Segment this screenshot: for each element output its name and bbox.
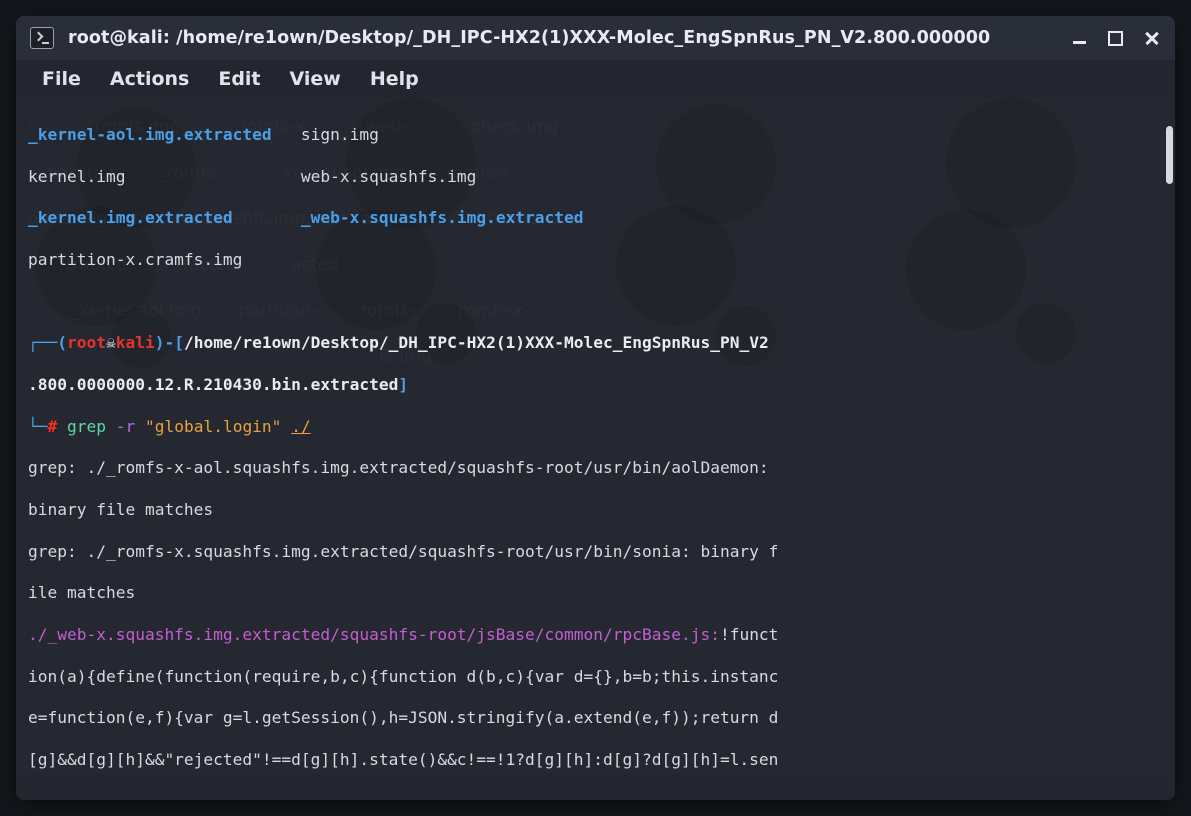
scrollbar-thumb[interactable] [1166, 126, 1173, 184]
menu-item-file[interactable]: File [42, 69, 81, 89]
output-line: grep: ./_romfs-x.squashfs.img.extracted/… [28, 542, 1165, 563]
output-line: binary file matches [28, 500, 1165, 521]
terminal-viewport[interactable]: c _romfs.img_ _romfs-x_ _web- check.img … [16, 98, 1175, 774]
output-line: ile matches [28, 583, 1165, 604]
listing-row: _kernel-aol.img.extracted sign.img [28, 125, 1165, 146]
terminal-window: root@kali: /home/re1own/Desktop/_DH_IPC-… [16, 16, 1175, 800]
match-filename: ./_web-x.squashfs.img.extracted/squashfs… [28, 625, 720, 645]
command-flag: -r [115, 416, 136, 436]
terminal-output[interactable]: _kernel-aol.img.extracted sign.img kerne… [16, 98, 1175, 774]
prompt-bracket-mid: )-[ [154, 333, 184, 353]
output-text: grep: ./_romfs-x.squashfs.img.extracted/… [28, 541, 779, 561]
output-line: [g]&&d[g][h]&&"rejected"!==d[g][h].state… [28, 750, 1165, 771]
output-text: ile matches [28, 583, 136, 603]
command-line: └─# grep -r "global.login" ./ [28, 417, 1165, 438]
file-entry[interactable]: sign.img [301, 125, 379, 144]
prompt-line-2: .800.0000000.12.R.210430.bin.extracted] [28, 375, 1165, 396]
listing-gap [233, 208, 301, 227]
output-line: ion(a){define(function(require,b,c){func… [28, 667, 1165, 688]
window-bottom-strip [16, 774, 1175, 800]
command-target: ./ [291, 416, 311, 436]
prompt-bracket-close: ] [398, 374, 409, 394]
terminal-icon [30, 27, 54, 49]
listing-gap [272, 125, 301, 144]
prompt-sigil: # [47, 416, 58, 436]
file-entry[interactable]: _kernel.img.extracted [28, 208, 233, 227]
window-titlebar[interactable]: root@kali: /home/re1own/Desktop/_DH_IPC-… [16, 16, 1175, 60]
prompt-user: root [66, 333, 106, 353]
menu-bar: File Actions Edit View Help [16, 60, 1175, 98]
prompt-path: /home/re1own/Desktop/_DH_IPC-HX2(1)XXX-M… [183, 333, 769, 353]
minimize-icon [1072, 41, 1086, 44]
file-entry[interactable]: partition-x.cramfs.img [28, 250, 242, 269]
file-entry[interactable]: web-x.squashfs.img [301, 167, 476, 186]
match-content: !funct [719, 625, 779, 645]
cmd-space [57, 417, 67, 436]
close-button[interactable] [1133, 22, 1169, 54]
menu-item-view[interactable]: View [290, 69, 341, 89]
window-title: root@kali: /home/re1own/Desktop/_DH_IPC-… [68, 28, 991, 48]
desktop-background: root@kali: /home/re1own/Desktop/_DH_IPC-… [0, 0, 1191, 816]
output-text: e=function(e,f){var g=l.getSession(),h=J… [28, 708, 779, 728]
output-text: binary file matches [28, 500, 214, 520]
prompt-host: kali [115, 333, 155, 353]
output-line-match: ./_web-x.squashfs.img.extracted/squashfs… [28, 625, 1165, 646]
listing-row: partition-x.cramfs.img [28, 250, 1165, 271]
command-name: grep [67, 416, 106, 436]
cmd-space [106, 417, 116, 436]
menu-item-help[interactable]: Help [370, 69, 419, 89]
output-line: e=function(e,f){var g=l.getSession(),h=J… [28, 708, 1165, 729]
vertical-scrollbar[interactable] [1163, 98, 1175, 774]
cmd-space [281, 417, 291, 436]
menu-item-actions[interactable]: Actions [110, 69, 189, 89]
file-entry[interactable]: kernel.img [28, 167, 125, 186]
listing-gap [125, 167, 300, 186]
minimize-button[interactable] [1061, 22, 1097, 54]
output-text: [g]&&d[g][h]&&"rejected"!==d[g][h].state… [28, 750, 779, 770]
prompt-path-cont: .800.0000000.12.R.210430.bin.extracted [28, 374, 399, 394]
listing-row: _kernel.img.extracted _web-x.squashfs.im… [28, 208, 1165, 229]
file-entry[interactable]: _kernel-aol.img.extracted [28, 125, 272, 144]
file-entry[interactable]: _web-x.squashfs.img.extracted [301, 208, 584, 227]
skull-icon: ☠ [105, 333, 116, 353]
cmd-space [135, 417, 145, 436]
prompt-bracket-open: ┌──( [28, 333, 67, 353]
prompt-corner: └─ [28, 416, 48, 436]
output-text: ion(a){define(function(require,b,c){func… [28, 666, 779, 686]
output-line: grep: ./_romfs-x-aol.squashfs.img.extrac… [28, 458, 1165, 479]
close-icon [1144, 31, 1159, 46]
maximize-icon [1107, 30, 1123, 46]
command-pattern: "global.login" [144, 416, 282, 436]
menu-item-edit[interactable]: Edit [218, 69, 260, 89]
output-text: grep: ./_romfs-x-aol.squashfs.img.extrac… [28, 458, 769, 478]
maximize-button[interactable] [1097, 22, 1133, 54]
prompt-line-1: ┌──(root☠kali)-[/home/re1own/Desktop/_DH… [28, 333, 1165, 354]
listing-row: kernel.img web-x.squashfs.img [28, 167, 1165, 188]
